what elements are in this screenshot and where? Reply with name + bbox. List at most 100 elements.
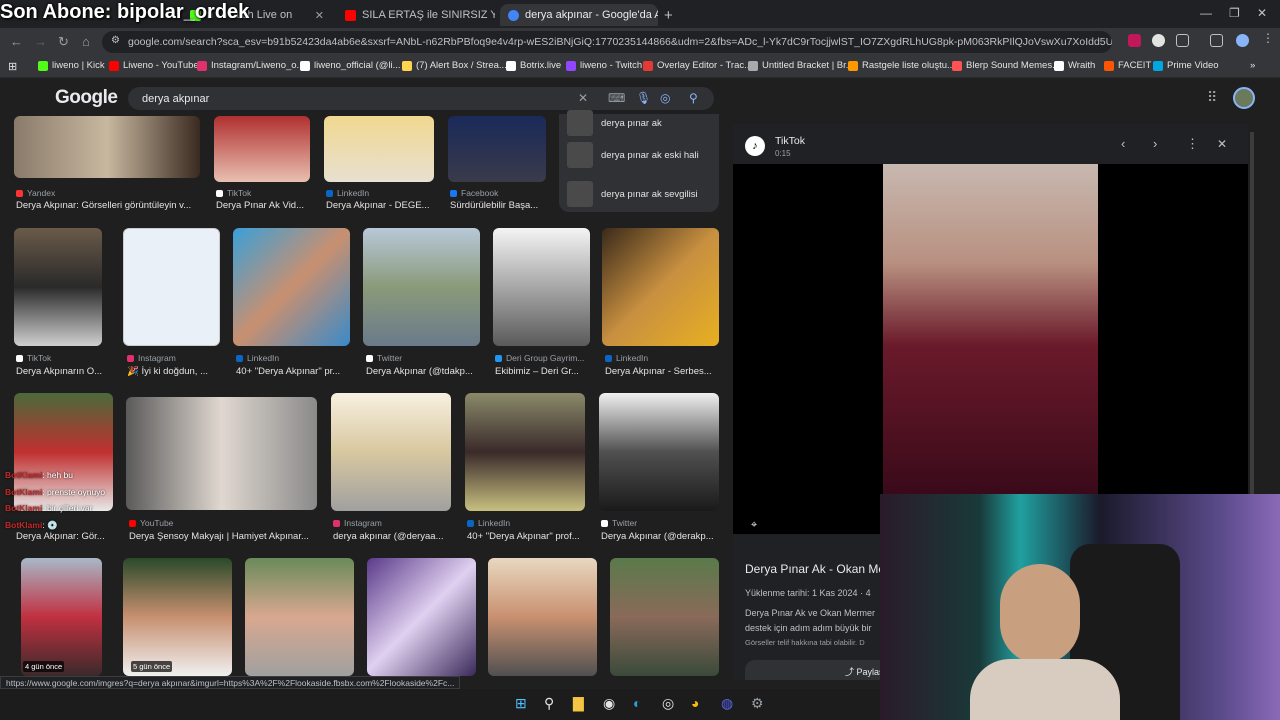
edge-icon[interactable]: ◐ <box>633 695 641 711</box>
extension-icon[interactable] <box>1128 34 1141 47</box>
result-title[interactable]: 40+ "Derya Akpınar" pr... <box>236 366 351 377</box>
account-avatar[interactable] <box>1233 87 1255 109</box>
result-title[interactable]: Derya Akpınar: Gör... <box>16 531 112 542</box>
new-tab-button[interactable]: + <box>664 4 680 26</box>
bookmark-item[interactable]: Instagram/Liweno_o... <box>197 60 304 71</box>
image-result[interactable] <box>602 228 719 346</box>
image-result[interactable] <box>233 228 350 346</box>
keyboard-icon[interactable]: ⌨ <box>608 91 625 105</box>
bookmark-item[interactable]: liweno | Kick <box>38 60 105 71</box>
close-icon[interactable]: ✕ <box>309 9 330 22</box>
bookmark-item[interactable]: (7) Alert Box / Strea... <box>402 60 507 71</box>
google-logo[interactable]: Google <box>55 87 118 109</box>
next-icon[interactable]: › <box>1153 136 1157 151</box>
image-result[interactable] <box>331 393 451 511</box>
result-title[interactable]: Ekibimiz – Deri Gr... <box>495 366 590 377</box>
clear-icon[interactable]: ✕ <box>578 91 588 105</box>
result-title[interactable]: Sürdürülebilir Başa... <box>450 200 550 211</box>
extension-icon[interactable] <box>1152 34 1165 47</box>
result-title[interactable]: Derya Akpınar (@derakp... <box>601 531 721 542</box>
discord-icon[interactable]: ◍ <box>721 695 733 712</box>
preview-title[interactable]: Derya Pınar Ak - Okan Me <box>745 562 885 576</box>
image-result[interactable] <box>599 393 719 511</box>
apps-icon[interactable]: ⊞ <box>8 60 17 73</box>
bookmark-item[interactable]: Rastgele liste oluştu... <box>848 60 955 71</box>
tab-google-search[interactable]: derya akpınar - Google'da Ara ✕ <box>500 4 658 26</box>
suggestion-item[interactable]: derya pınar ak sevgilisi <box>567 181 698 207</box>
lens-icon[interactable]: ◎ <box>660 91 670 105</box>
bookmark-item[interactable]: liweno - Twitch <box>566 60 642 71</box>
windows-start-icon[interactable]: ⊞ <box>515 695 527 712</box>
restore-icon[interactable]: ❐ <box>1229 6 1240 20</box>
bookmark-item[interactable]: Liweno - YouTube <box>109 60 199 71</box>
chrome-icon[interactable]: ◕ <box>691 695 699 711</box>
bookmark-item[interactable]: liweno_official (@li... <box>300 60 401 71</box>
more-options-icon[interactable]: ⋮ <box>1186 136 1199 152</box>
bookmark-item[interactable]: Wraith <box>1054 60 1095 71</box>
image-result[interactable] <box>214 116 310 182</box>
image-result[interactable] <box>363 228 480 346</box>
home-icon[interactable]: ⌂ <box>82 34 90 49</box>
lens-search-icon[interactable]: ⌖ <box>751 519 757 532</box>
site-info-icon[interactable]: ⚙ <box>111 35 120 46</box>
search-input[interactable]: derya akpınar <box>128 87 714 110</box>
image-result[interactable] <box>126 397 317 510</box>
forward-icon[interactable]: → <box>34 34 47 49</box>
suggestion-item[interactable]: derya pınar ak <box>567 110 662 136</box>
result-title[interactable]: Derya Pınar Ak Vid... <box>216 200 312 211</box>
back-icon[interactable]: ← <box>10 34 23 49</box>
minimize-icon[interactable]: — <box>1200 6 1212 20</box>
result-title[interactable]: Derya Akpınar - DEGE... <box>326 200 434 211</box>
image-result[interactable]: 5 gün önce <box>123 558 232 676</box>
result-source: Instagram <box>127 353 222 363</box>
result-title[interactable]: Derya Akpınarın O... <box>16 366 104 377</box>
image-result[interactable] <box>488 558 597 676</box>
result-title[interactable]: 40+ "Derya Akpınar" prof... <box>467 531 587 542</box>
image-result[interactable] <box>465 393 585 511</box>
image-result[interactable] <box>123 228 220 346</box>
reading-list-icon[interactable] <box>1210 34 1223 47</box>
bookmark-item[interactable]: Blerp Sound Memes... <box>952 60 1060 71</box>
image-result[interactable] <box>448 116 546 182</box>
profile-avatar[interactable] <box>1236 34 1249 47</box>
image-result[interactable] <box>14 228 102 346</box>
google-apps-icon[interactable]: ⠿ <box>1207 89 1217 106</box>
image-result[interactable] <box>493 228 590 346</box>
bookmark-item[interactable]: FACEIT <box>1104 60 1151 71</box>
reload-icon[interactable]: ↻ <box>58 34 69 50</box>
image-result[interactable] <box>324 116 434 182</box>
result-title[interactable]: Derya Akpınar (@tdakp... <box>366 366 481 377</box>
more-bookmarks-icon[interactable]: » <box>1250 60 1255 71</box>
menu-icon[interactable]: ⋮ <box>1262 31 1275 45</box>
result-title[interactable]: 🎉 İyi ki doğdun, ... <box>127 366 222 377</box>
file-explorer-icon[interactable]: ▇ <box>573 695 584 712</box>
address-bar[interactable]: ⚙ google.com/search?sca_esv=b91b52423da4… <box>102 31 1112 53</box>
close-window-icon[interactable]: ✕ <box>1257 6 1267 20</box>
panel-source[interactable]: TikTok <box>775 135 805 147</box>
settings-gear-icon[interactable]: ⚙ <box>751 695 764 712</box>
result-title[interactable]: derya akpınar (@deryaa... <box>333 531 453 542</box>
result-title[interactable]: Derya Akpınar - Serbes... <box>605 366 720 377</box>
steam-icon[interactable]: ◉ <box>603 695 615 712</box>
bookmark-item[interactable]: Untitled Bracket | Br... <box>748 60 854 71</box>
image-result[interactable] <box>14 116 200 178</box>
suggestion-item[interactable]: derya pınar ak eski hali <box>567 142 699 168</box>
previous-icon[interactable]: ‹ <box>1121 136 1125 151</box>
result-title[interactable]: Derya Akpınar: Görselleri görüntüleyin v… <box>16 200 196 211</box>
bookmark-item[interactable]: Botrix.live <box>506 60 561 71</box>
microphone-icon[interactable]: 🎙 <box>636 91 651 105</box>
close-panel-icon[interactable]: ✕ <box>1217 137 1227 151</box>
preview-image[interactable] <box>883 164 1098 494</box>
image-result[interactable]: 4 gün önce <box>21 558 102 676</box>
bookmark-item[interactable]: Prime Video <box>1153 60 1219 71</box>
search-icon[interactable]: ⚲ <box>544 695 554 712</box>
extensions-puzzle-icon[interactable] <box>1176 34 1189 47</box>
image-result[interactable] <box>367 558 476 676</box>
image-result[interactable] <box>245 558 354 676</box>
search-icon[interactable]: ⚲ <box>689 91 698 105</box>
image-result[interactable] <box>610 558 719 676</box>
tab-sila-ertas[interactable]: SILA ERTAŞ ile SINIRSIZ YEMEK ✕ <box>345 4 495 26</box>
bookmark-item[interactable]: Overlay Editor - Trac... <box>643 60 752 71</box>
result-title[interactable]: Derya Şensoy Makyajı | Hamiyet Akpınar..… <box>129 531 319 542</box>
obs-icon[interactable]: ◎ <box>662 695 674 712</box>
